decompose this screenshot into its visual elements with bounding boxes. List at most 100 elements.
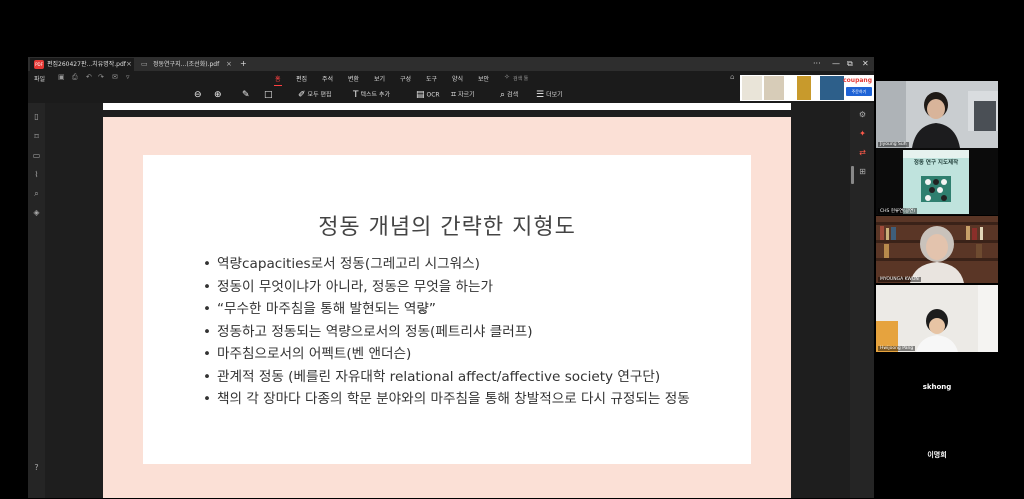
slide-content-box: 정동 개념의 간략한 지형도 역량capacities로서 정동(그레고리 시그… — [143, 155, 751, 464]
print-icon[interactable]: ⎙ — [72, 73, 78, 82]
ad-banner[interactable]: coupang 주문하기 — [740, 75, 874, 101]
participant-name: CHS 현류연(공연) — [878, 208, 918, 214]
crop-label: 자르기 — [458, 91, 475, 99]
participant-tile[interactable]: MYOUNGA KWON — [876, 216, 998, 283]
menu-view[interactable]: 보기 — [374, 74, 385, 83]
ocr-icon: ▤ — [416, 90, 425, 100]
save-icon[interactable]: ▣ — [58, 73, 65, 81]
settings-sliders-icon[interactable]: ⚙ — [857, 109, 868, 120]
participant-name: MYOUNGA KWON — [878, 277, 921, 282]
list-icon: ☰ — [536, 90, 545, 100]
bullet-item: 역량capacities로서 정동(그레고리 시그워스) — [203, 256, 723, 273]
menu-tools[interactable]: 도구 — [426, 74, 437, 83]
video-call-panel: Jiyoung Suh 정동 연구 지도제작 CHS 현류연(공연) MYOUN… — [876, 79, 998, 486]
participant-tile[interactable]: Jiyoung Suh — [876, 81, 998, 148]
undo-icon[interactable]: ↶ — [86, 73, 92, 81]
edit-all-label: 모두 편집 — [307, 91, 332, 99]
ocr-button[interactable]: ▤ OCR — [416, 88, 440, 102]
menu-edit[interactable]: 편집 — [296, 74, 307, 83]
search-icon[interactable]: ⌕ — [31, 188, 42, 199]
tab-label: 정동연구지...(조선화).pdf — [153, 61, 220, 68]
participant-name: Jiyoung Suh — [878, 142, 909, 147]
bullet-item: 정동이 무엇이냐가 아니라, 정동은 무엇을 하는가 — [203, 279, 723, 296]
ai-assistant-icon[interactable]: ✦ — [857, 128, 868, 139]
participant-tile[interactable]: 이명희 — [876, 419, 998, 486]
close-icon[interactable]: × — [126, 58, 132, 71]
document-icon: ▭ — [141, 60, 148, 68]
participant-video — [876, 216, 998, 283]
edit-all-button[interactable]: ✐ 모두 편집 — [298, 88, 332, 102]
participant-tile[interactable]: Hwijoong Pang — [876, 285, 998, 352]
document-viewer[interactable]: 정동 개념의 간략한 지형도 역량capacities로서 정동(그레고리 시그… — [45, 103, 850, 498]
zoom-in-icon: ⊕ — [214, 90, 222, 100]
more-button[interactable]: ☰ 더보기 — [536, 88, 563, 102]
tab-bar: PDF 편집260427판...치유명작.pdf × ▭ 정동연구지...(조선… — [28, 57, 874, 71]
menu-annotate[interactable]: 주석 — [322, 74, 333, 83]
menu-organize[interactable]: 구성 — [400, 74, 411, 83]
slide-bullet-list: 역량capacities로서 정동(그레고리 시그워스) 정동이 무엇이냐가 아… — [203, 256, 723, 414]
left-sidebar: ▯ ⌑ ▭ ⌇ ⌕ ◈ ? — [28, 103, 45, 498]
book-title: 정동 연구 지도제작 — [913, 160, 959, 166]
home-icon[interactable]: ⌂ — [730, 73, 734, 81]
shape-button[interactable]: □ — [264, 88, 275, 102]
participant-video — [876, 81, 998, 148]
zoom-out-button[interactable]: ⊖ — [194, 88, 204, 102]
minimize-button[interactable]: — — [832, 58, 840, 70]
file-menu[interactable]: 파일 — [34, 74, 45, 83]
restore-button[interactable]: ⧉ — [847, 58, 853, 70]
menu-forms[interactable]: 양식 — [452, 74, 463, 83]
close-window-button[interactable]: ✕ — [862, 58, 869, 70]
scrollbar-thumb[interactable] — [851, 166, 854, 184]
menu-home[interactable]: 홈 — [274, 74, 282, 86]
rectangle-icon: □ — [264, 90, 273, 100]
crop-button[interactable]: ⌗ 자르기 — [451, 88, 475, 102]
search-icon: ⌕ — [500, 90, 506, 100]
highlighter-icon: ✎ — [242, 90, 250, 100]
more-label: 더보기 — [546, 91, 563, 99]
page-thumbnails-icon[interactable]: ▯ — [31, 111, 42, 122]
menu-convert[interactable]: 변환 — [348, 74, 359, 83]
compare-icon[interactable]: ⊞ — [857, 166, 868, 177]
tab-document-2[interactable]: ▭ 정동연구지...(조선화).pdf × — [136, 58, 236, 71]
ad-order-button[interactable]: 주문하기 — [846, 87, 872, 96]
highlight-button[interactable]: ✎ — [242, 88, 252, 102]
bookmark-icon[interactable]: ⌑ — [31, 131, 42, 142]
participant-name: skhong — [922, 383, 952, 391]
close-icon[interactable]: × — [226, 58, 232, 71]
mouse-cursor-icon: ⇱ — [420, 307, 427, 316]
attachment-icon[interactable]: ⌇ — [31, 169, 42, 180]
redo-icon[interactable]: ↷ — [98, 73, 104, 81]
ad-product-image[interactable] — [820, 76, 844, 100]
bullet-item: 마주침으로서의 어펙트(벤 앤더슨) — [203, 346, 723, 363]
crop-icon: ⌗ — [451, 90, 457, 100]
comment-icon[interactable]: ▭ — [31, 150, 42, 161]
pdf-editor-window: PDF 편집260427판...치유명작.pdf × ▭ 정동연구지...(조선… — [28, 57, 874, 498]
zoom-in-button[interactable]: ⊕ — [214, 88, 224, 102]
ad-product-image[interactable] — [742, 76, 762, 100]
participant-tile[interactable]: skhong — [876, 352, 998, 419]
add-text-label: 텍스트 추가 — [360, 91, 391, 99]
add-text-button[interactable]: T 텍스트 추가 — [353, 88, 390, 102]
chevron-down-icon[interactable]: ▿ — [126, 73, 130, 81]
search-button[interactable]: ⌕ 검색 — [500, 88, 518, 102]
ad-product-image[interactable] — [764, 76, 784, 100]
participant-video — [876, 285, 998, 352]
pdf-page[interactable]: 정동 개념의 간략한 지형도 역량capacities로서 정동(그레고리 시그… — [103, 117, 791, 498]
screen: PDF 편집260427판...치유명작.pdf × ▭ 정동연구지...(조선… — [0, 0, 1024, 499]
search-tool-label[interactable]: 검색 툴 — [513, 75, 528, 82]
tab-document-1[interactable]: PDF 편집260427판...치유명작.pdf × — [30, 58, 134, 71]
new-tab-button[interactable]: + — [240, 58, 247, 70]
help-icon[interactable]: ? — [31, 462, 42, 473]
participant-tile[interactable]: 정동 연구 지도제작 CHS 현류연(공연) — [876, 148, 998, 215]
layers-icon[interactable]: ◈ — [31, 207, 42, 218]
menu-security[interactable]: 보안 — [478, 74, 489, 83]
mail-icon[interactable]: ✉ — [112, 73, 118, 81]
bullet-item: 책의 각 장마다 다종의 학문 분야와의 마주침을 통해 창발적으로 다시 규정… — [203, 391, 723, 408]
more-options-icon[interactable]: ··· — [813, 58, 821, 70]
participant-name: Hwijoong Pang — [878, 346, 916, 351]
translate-icon[interactable]: ⇄ — [857, 147, 868, 158]
ocr-label: OCR — [426, 91, 440, 99]
search-tool-icon[interactable]: ✧ — [504, 73, 510, 81]
slide-title: 정동 개념의 간략한 지형도 — [318, 215, 576, 240]
ad-product-image[interactable] — [797, 76, 811, 100]
